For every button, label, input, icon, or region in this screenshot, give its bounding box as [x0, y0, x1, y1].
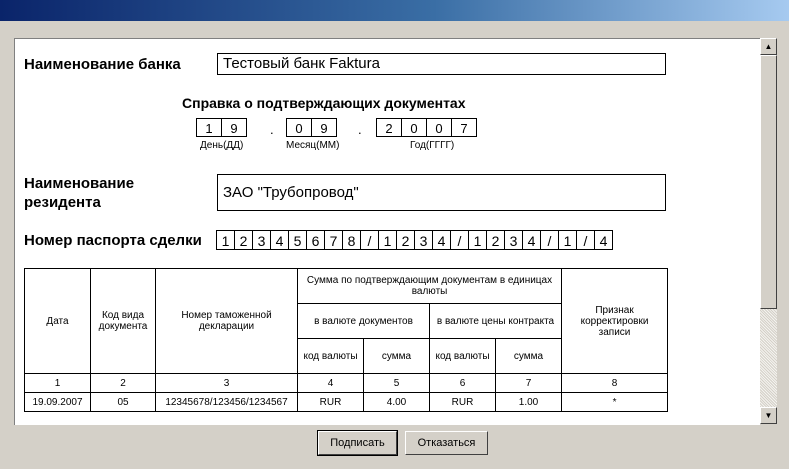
year-label: Год(ГГГГ) — [410, 140, 455, 151]
documents-table: Дата Код вида документа Номер таможенной… — [24, 268, 669, 412]
column-number-cell: 4 — [297, 373, 364, 393]
passport-char-cell[interactable]: 7 — [324, 230, 343, 250]
passport-char-cell[interactable]: 1 — [468, 230, 487, 250]
month-digit-cell[interactable]: 9 — [311, 118, 337, 137]
passport-char-cell[interactable]: 1 — [216, 230, 235, 250]
year-digit-cell[interactable]: 7 — [451, 118, 477, 137]
resident-label-line1: Наименование — [24, 175, 135, 192]
column-number-cell: 5 — [363, 373, 430, 393]
passport-char-cell[interactable]: 5 — [288, 230, 307, 250]
header-correction-flag: Признак корректировки записи — [561, 268, 669, 374]
table-cell[interactable]: 12345678/123456/1234567 — [155, 392, 298, 412]
header-doc-currency: в валюте документов — [297, 303, 430, 339]
year-field[interactable]: 2007 — [376, 118, 477, 137]
passport-char-cell[interactable]: 2 — [486, 230, 505, 250]
passport-char-cell[interactable]: 2 — [234, 230, 253, 250]
header-currency-code: код валюты — [429, 338, 496, 374]
month-digit-cell[interactable]: 0 — [286, 118, 312, 137]
table-cell[interactable]: RUR — [297, 392, 364, 412]
passport-number-field[interactable]: 1 2 3 4 5 6 7 8/1 2 3 4/1 2 3 4/1/4 — [216, 230, 613, 250]
column-number-cell: 1 — [24, 373, 91, 393]
day-digit-cell[interactable]: 1 — [196, 118, 222, 137]
passport-char-cell[interactable]: / — [360, 230, 379, 250]
scroll-up-icon[interactable]: ▲ — [760, 38, 777, 55]
header-amount: сумма — [363, 338, 430, 374]
document-heading: Справка о подтверждающих документах — [182, 95, 466, 111]
month-label: Месяц(ММ) — [286, 140, 340, 151]
bank-name-label: Наименование банка — [24, 56, 181, 73]
table-cell[interactable]: 4.00 — [363, 392, 430, 412]
column-number-cell: 6 — [429, 373, 496, 393]
resident-label-line2: резидента — [24, 194, 101, 211]
day-label: День(ДД) — [200, 140, 244, 151]
passport-char-cell[interactable]: 4 — [432, 230, 451, 250]
passport-char-cell[interactable]: 6 — [306, 230, 325, 250]
scroll-down-icon[interactable]: ▼ — [760, 407, 777, 424]
year-digit-cell[interactable]: 0 — [426, 118, 452, 137]
passport-char-cell[interactable]: / — [450, 230, 469, 250]
table-cell[interactable]: * — [561, 392, 669, 412]
vertical-scrollbar[interactable]: ▲ ▼ — [760, 38, 777, 424]
header-date: Дата — [24, 268, 91, 374]
column-number-cell: 2 — [90, 373, 156, 393]
passport-char-cell[interactable]: 3 — [414, 230, 433, 250]
year-digit-cell[interactable]: 0 — [401, 118, 427, 137]
header-sum: Сумма по подтверждающим документам в еди… — [296, 268, 563, 304]
passport-char-cell[interactable]: 4 — [270, 230, 289, 250]
year-digit-cell[interactable]: 2 — [376, 118, 402, 137]
passport-char-cell[interactable]: / — [576, 230, 595, 250]
bank-name-field[interactable]: Тестовый банк Faktura — [217, 53, 666, 75]
cancel-button[interactable]: Отказаться — [405, 431, 488, 455]
passport-char-cell[interactable]: 8 — [342, 230, 361, 250]
table-cell[interactable]: 05 — [90, 392, 156, 412]
column-number-cell: 3 — [155, 373, 298, 393]
passport-char-cell[interactable]: / — [540, 230, 559, 250]
table-cell[interactable]: 19.09.2007 — [24, 392, 91, 412]
table-cell[interactable]: RUR — [429, 392, 496, 412]
date-separator: . — [270, 122, 274, 137]
scroll-thumb[interactable] — [760, 55, 777, 309]
passport-char-cell[interactable]: 1 — [558, 230, 577, 250]
table-row[interactable]: 19.09.2007 05 12345678/123456/1234567 RUR 4.… — [24, 392, 669, 412]
passport-char-cell[interactable]: 1 — [378, 230, 397, 250]
passport-char-cell[interactable]: 3 — [504, 230, 523, 250]
header-doc-type: Код вида документа — [90, 268, 156, 374]
column-number-cell: 7 — [494, 373, 563, 393]
passport-char-cell[interactable]: 4 — [594, 230, 613, 250]
header-currency-code: код валюты — [297, 338, 364, 374]
passport-char-cell[interactable]: 2 — [396, 230, 415, 250]
table-cell[interactable]: 1.00 — [494, 392, 563, 412]
passport-char-cell[interactable]: 3 — [252, 230, 271, 250]
header-contract-currency: в валюте цены контракта — [428, 303, 563, 339]
resident-name-field[interactable]: ЗАО "Трубопровод" — [217, 174, 666, 211]
column-numbers-row: 12345678 — [24, 373, 669, 393]
day-field[interactable]: 19 — [196, 118, 247, 137]
date-separator: . — [358, 122, 362, 137]
window-title-bar[interactable] — [0, 0, 789, 21]
column-number-cell: 8 — [561, 373, 669, 393]
header-amount: сумма — [494, 338, 563, 374]
passport-label: Номер паспорта сделки — [24, 232, 202, 249]
passport-char-cell[interactable]: 4 — [522, 230, 541, 250]
sign-button[interactable]: Подписать — [317, 430, 398, 456]
month-field[interactable]: 09 — [286, 118, 337, 137]
header-customs-declaration: Номер таможенной декларации — [155, 268, 298, 374]
day-digit-cell[interactable]: 9 — [221, 118, 247, 137]
